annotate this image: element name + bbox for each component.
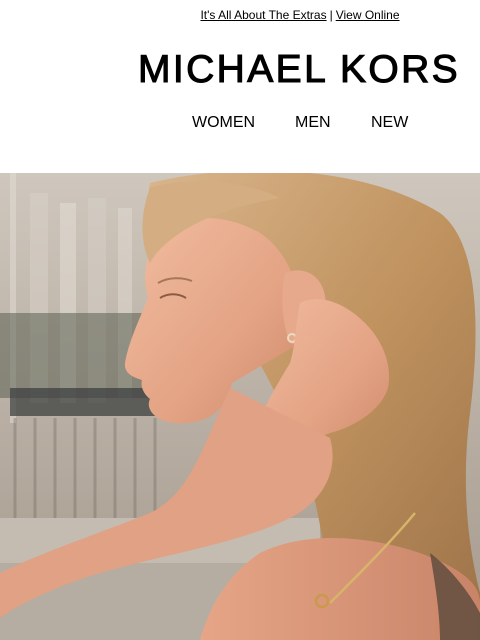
nav-item-women[interactable]: WOMEN	[192, 112, 255, 134]
preheader: It's All About The Extras | View Online	[0, 7, 480, 23]
hero-photo	[0, 173, 480, 640]
nav-item-men[interactable]: MEN	[295, 112, 331, 134]
view-online-link[interactable]: View Online	[336, 8, 400, 22]
extras-link[interactable]: It's All About The Extras	[200, 8, 326, 22]
main-nav: WOMEN MEN NEW	[0, 112, 480, 136]
email-page: It's All About The Extras | View Online MI…	[0, 0, 480, 640]
hero-image[interactable]	[0, 173, 480, 640]
nav-item-new[interactable]: NEW	[371, 112, 408, 134]
brand-logo[interactable]: MICHAEL KORS	[137, 47, 460, 92]
preheader-separator: |	[329, 8, 333, 22]
